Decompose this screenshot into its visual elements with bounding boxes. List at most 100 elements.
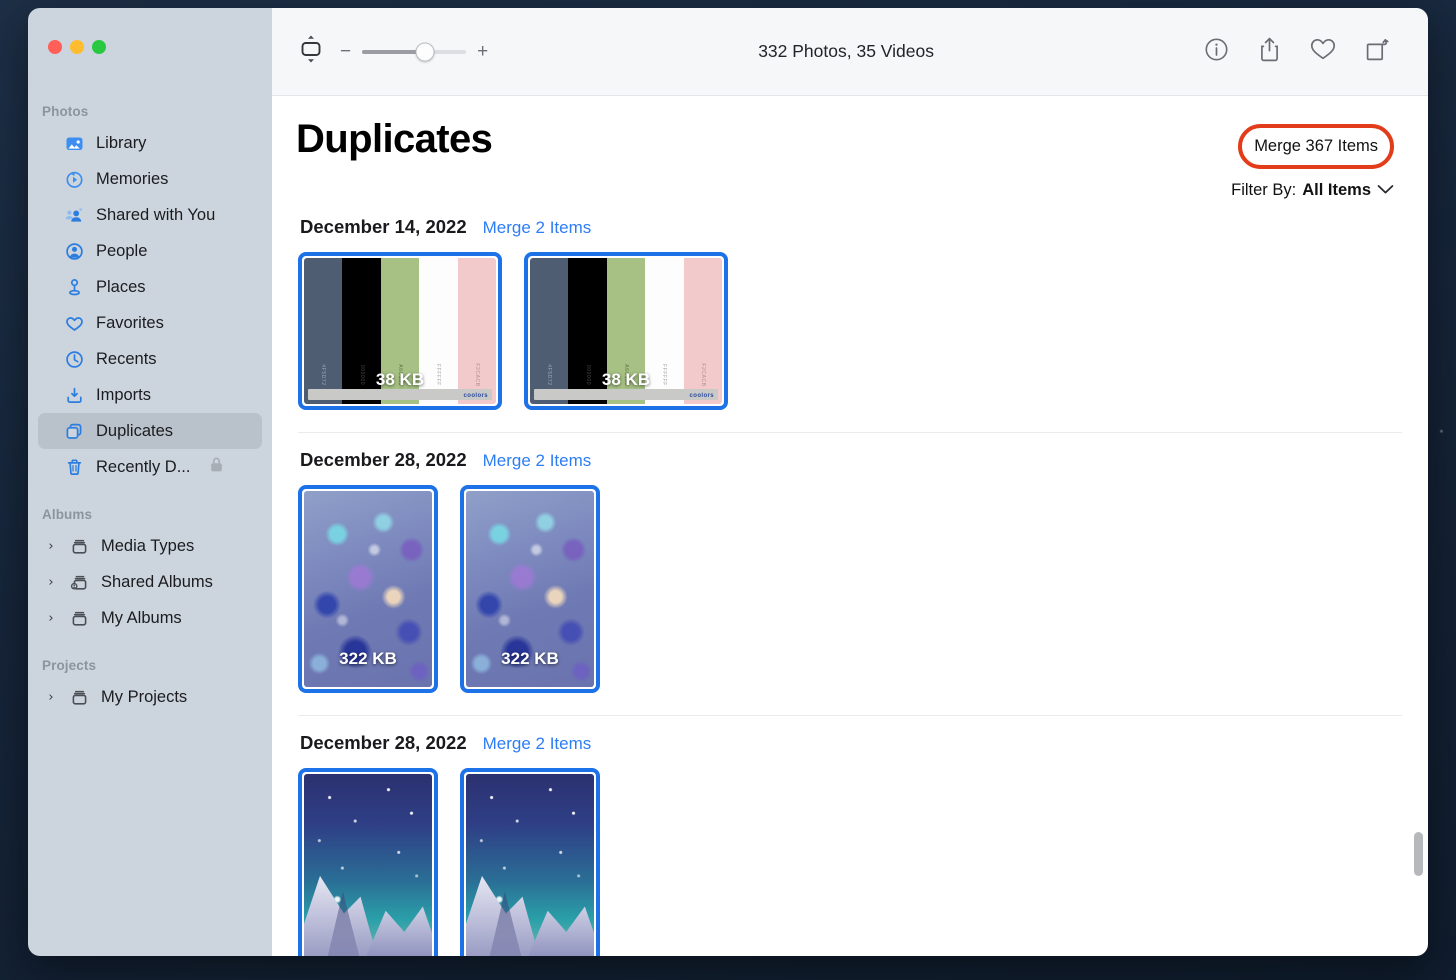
group-merge-button[interactable]: Merge 2 Items bbox=[483, 734, 592, 754]
sidebar-item-label: Library bbox=[96, 133, 147, 152]
content-area: − + 332 Photos, 35 Videos Duplicates Mer… bbox=[272, 8, 1428, 956]
album-icon bbox=[69, 608, 90, 629]
palette-hex-label: FFFFFF bbox=[661, 364, 668, 386]
photos-app-window: Photos Library Memories Shared with You … bbox=[28, 8, 1428, 956]
photo-thumbnail[interactable]: 4F5D72 000000 A6C183 FFFFFF F2CACB coolo… bbox=[298, 252, 502, 410]
palette-hex-label: F2CACB bbox=[699, 363, 706, 387]
heart-icon[interactable] bbox=[1310, 37, 1336, 66]
palette-hex-label: 000000 bbox=[584, 364, 591, 386]
sidebar-section-albums-title: Albums bbox=[42, 507, 93, 522]
photo-thumbnail[interactable]: 4F5D72 000000 A6C183 FFFFFF F2CACB coolo… bbox=[524, 252, 728, 410]
group-header: December 28, 2022 Merge 2 Items bbox=[296, 716, 1404, 754]
duplicates-scroll-area[interactable]: Duplicates Merge 367 Items Filter By: Al… bbox=[272, 96, 1428, 956]
palette-hex-label: 4F5D72 bbox=[320, 364, 327, 386]
toolbar: − + 332 Photos, 35 Videos bbox=[272, 8, 1428, 96]
group-date: December 28, 2022 bbox=[300, 732, 467, 753]
sidebar-item-shared-with-you[interactable]: Shared with You bbox=[38, 197, 262, 233]
clock-icon bbox=[64, 349, 85, 370]
sidebar-item-label: Favorites bbox=[96, 313, 164, 332]
palette-stripe: FFFFFF bbox=[419, 258, 458, 404]
shared-with-you-icon bbox=[64, 205, 85, 226]
palette-stripe: F2CACB bbox=[683, 258, 722, 404]
chevron-down-icon[interactable] bbox=[1377, 183, 1394, 198]
scrollbar-thumb[interactable] bbox=[1414, 831, 1423, 876]
mountain-image bbox=[466, 774, 594, 956]
minimize-button[interactable] bbox=[70, 40, 84, 54]
group-merge-button[interactable]: Merge 2 Items bbox=[483, 451, 592, 471]
library-icon bbox=[64, 133, 85, 154]
thumbnail-row: 322 KB 322 KB bbox=[296, 471, 1404, 715]
zoom-slider[interactable]: − + bbox=[340, 42, 488, 61]
sidebar-item-my-albums[interactable]: › My Albums bbox=[38, 600, 262, 636]
sidebar-item-duplicates[interactable]: Duplicates bbox=[38, 413, 262, 449]
rotate-icon[interactable] bbox=[1364, 36, 1390, 68]
zoom-out-button[interactable]: − bbox=[340, 42, 351, 61]
sidebar-item-imports[interactable]: Imports bbox=[38, 377, 262, 413]
palette-hex-label: F2CACB bbox=[473, 363, 480, 387]
sidebar-item-shared-albums[interactable]: › Shared Albums bbox=[38, 564, 262, 600]
info-icon[interactable] bbox=[1204, 37, 1229, 67]
photo-thumbnail[interactable]: 322 KB bbox=[298, 485, 438, 693]
sidebar: Photos Library Memories Shared with You … bbox=[28, 8, 272, 956]
photo-size-label: 38 KB bbox=[375, 370, 425, 389]
palette-hex-label: 4F5D72 bbox=[546, 364, 553, 386]
sidebar-item-library[interactable]: Library bbox=[38, 125, 262, 161]
disclosure-chevron-icon[interactable]: › bbox=[44, 690, 58, 705]
zoom-slider-track[interactable] bbox=[362, 42, 467, 61]
aspect-ratio-icon[interactable] bbox=[298, 34, 324, 69]
zoom-in-button[interactable]: + bbox=[477, 42, 488, 61]
duplicate-group: December 28, 2022 Merge 2 Items 322 KB 3… bbox=[272, 433, 1428, 716]
group-date: December 14, 2022 bbox=[300, 216, 467, 237]
group-date: December 28, 2022 bbox=[300, 449, 467, 470]
vertical-scrollbar[interactable] bbox=[1414, 188, 1423, 950]
sidebar-item-favorites[interactable]: Favorites bbox=[38, 305, 262, 341]
duplicate-group: December 28, 2022 Merge 2 Items bbox=[272, 716, 1428, 956]
merge-all-button[interactable]: Merge 367 Items bbox=[1252, 133, 1380, 160]
maximize-button[interactable] bbox=[92, 40, 106, 54]
disclosure-chevron-icon[interactable]: › bbox=[44, 611, 58, 626]
duplicates-icon bbox=[64, 421, 85, 442]
zoom-slider-thumb[interactable] bbox=[415, 42, 434, 61]
trash-icon bbox=[64, 457, 85, 478]
sidebar-item-my-projects[interactable]: › My Projects bbox=[38, 679, 262, 715]
photo-thumbnail[interactable]: 322 KB bbox=[460, 485, 600, 693]
sidebar-item-label: Recents bbox=[96, 349, 157, 368]
palette-stripe: F2CACB bbox=[457, 258, 496, 404]
palette-brand-label: coolors bbox=[463, 393, 488, 399]
page-header: Duplicates Merge 367 Items Filter By: Al… bbox=[272, 96, 1428, 200]
sidebar-item-label: My Albums bbox=[101, 608, 182, 627]
palette-stripe: 4F5D72 bbox=[304, 258, 343, 404]
sidebar-item-label: Recently D... bbox=[96, 457, 191, 476]
sidebar-item-label: People bbox=[96, 241, 148, 260]
sidebar-item-label: My Projects bbox=[101, 687, 188, 706]
thumbnail-row bbox=[296, 754, 1404, 956]
mountain-image bbox=[304, 774, 432, 956]
sidebar-item-people[interactable]: People bbox=[38, 233, 262, 269]
photo-size-label: 38 KB bbox=[601, 370, 651, 389]
sidebar-item-recents[interactable]: Recents bbox=[38, 341, 262, 377]
duplicate-group: December 14, 2022 Merge 2 Items 4F5D72 0… bbox=[272, 200, 1428, 433]
disclosure-chevron-icon[interactable]: › bbox=[44, 539, 58, 554]
import-icon bbox=[64, 385, 85, 406]
photo-thumbnail[interactable] bbox=[298, 768, 438, 956]
photo-size-label: 322 KB bbox=[339, 649, 397, 668]
sidebar-item-media-types[interactable]: › Media Types bbox=[38, 528, 262, 564]
sidebar-item-memories[interactable]: Memories bbox=[38, 161, 262, 197]
sidebar-item-label: Places bbox=[96, 277, 146, 296]
album-icon bbox=[69, 536, 90, 557]
library-status-text: 332 Photos, 35 Videos bbox=[758, 41, 934, 61]
close-button[interactable] bbox=[48, 40, 62, 54]
filter-by-label: Filter By: bbox=[1231, 181, 1297, 199]
sidebar-item-label: Duplicates bbox=[96, 421, 174, 440]
group-header: December 28, 2022 Merge 2 Items bbox=[296, 433, 1404, 471]
sidebar-section-photos-title: Photos bbox=[42, 104, 89, 119]
filter-by-dropdown[interactable]: Filter By: All Items bbox=[1231, 181, 1394, 200]
memories-icon bbox=[64, 169, 85, 190]
share-icon[interactable] bbox=[1257, 36, 1282, 68]
places-pin-icon bbox=[64, 277, 85, 298]
sidebar-item-places[interactable]: Places bbox=[38, 269, 262, 305]
disclosure-chevron-icon[interactable]: › bbox=[44, 575, 58, 590]
sidebar-item-recently-deleted[interactable]: Recently D... bbox=[38, 449, 262, 485]
photo-thumbnail[interactable] bbox=[460, 768, 600, 956]
group-merge-button[interactable]: Merge 2 Items bbox=[483, 218, 592, 238]
